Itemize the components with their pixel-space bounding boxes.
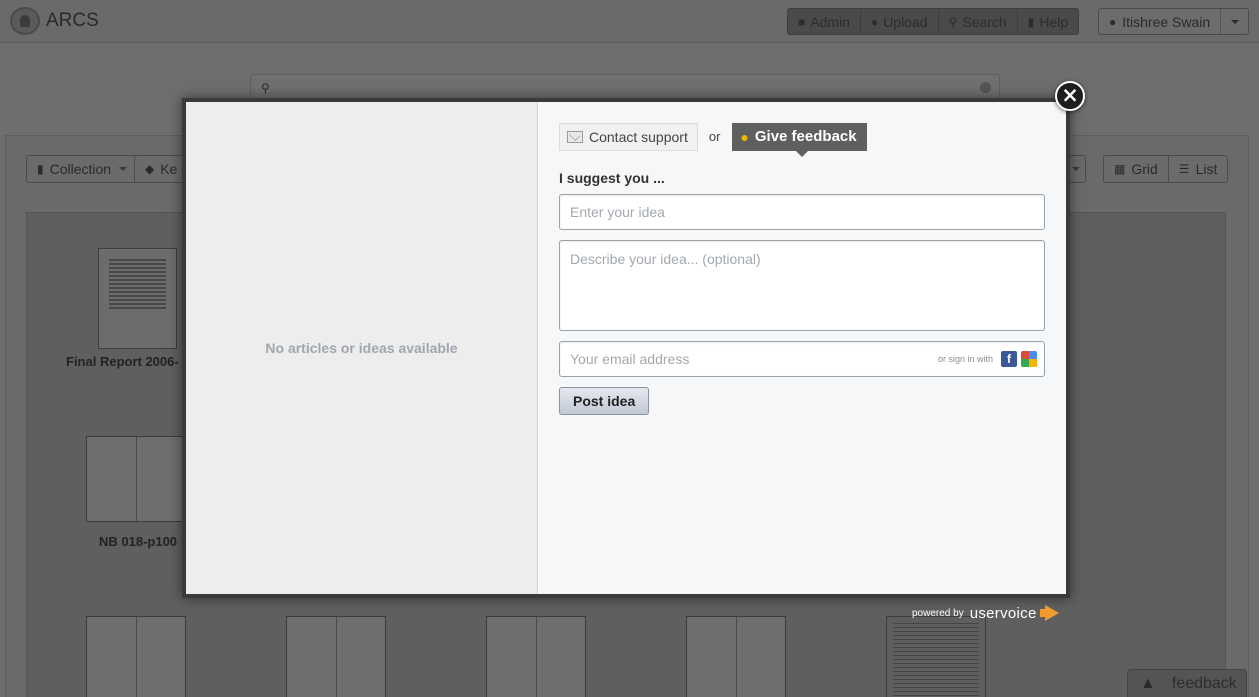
keyword-filter-button[interactable]: ◆ Ke <box>134 155 188 183</box>
suggest-label: I suggest you ... <box>559 170 665 186</box>
upload-label: Upload <box>883 13 928 30</box>
top-navbar: ARCS ■ Admin ● Upload ⚲ Search ▮ Help ● … <box>0 0 1259 43</box>
tab-separator: or <box>708 129 721 144</box>
search-button[interactable]: ⚲ Search <box>939 9 1018 34</box>
lock-icon: ■ <box>798 14 806 29</box>
keyword-label: Ke <box>160 161 178 177</box>
tab-feedback-label: Give feedback <box>754 128 857 145</box>
brand-name: ARCS <box>46 10 99 31</box>
list-view-button[interactable]: ☰ List <box>1169 156 1228 182</box>
brand[interactable]: ARCS <box>10 7 99 35</box>
email-field-wrapper: or sign in with f <box>559 341 1045 377</box>
clear-search-icon[interactable] <box>980 82 991 93</box>
megaphone-icon: ▲ <box>1140 674 1156 692</box>
powered-by-text: powered by <box>912 607 964 619</box>
book-icon: ▮ <box>1027 14 1035 29</box>
collection-label: Collection <box>49 161 112 177</box>
envelope-icon <box>567 130 583 143</box>
book-icon: ▮ <box>37 162 44 176</box>
user-name: Itishree Swain <box>1122 13 1211 30</box>
main-nav-group: ■ Admin ● Upload ⚲ Search ▮ Help <box>787 8 1080 35</box>
list-label: List <box>1195 161 1218 177</box>
chevron-down-icon <box>1071 167 1080 171</box>
view-toggle: ▦ Grid ☰ List <box>1103 155 1229 183</box>
upload-icon: ● <box>870 14 879 29</box>
megaphone-icon <box>1039 605 1060 621</box>
help-button[interactable]: ▮ Help <box>1018 9 1078 34</box>
thumbnail[interactable] <box>686 616 786 697</box>
tab-contact-label: Contact support <box>589 128 688 145</box>
user-button[interactable]: ● Itishree Swain <box>1099 9 1220 34</box>
search-label: Search <box>962 13 1007 30</box>
thumbnail-label[interactable]: NB 018-p100 <box>99 534 177 549</box>
grid-view-button[interactable]: ▦ Grid <box>1104 156 1169 182</box>
thumbnail[interactable] <box>98 248 177 349</box>
facebook-icon[interactable]: f <box>1001 351 1017 367</box>
feedback-tab[interactable]: ▲ feedback <box>1127 669 1247 697</box>
grid-icon: ▦ <box>1114 162 1126 176</box>
upload-button[interactable]: ● Upload <box>861 9 939 34</box>
powered-by-uservoice[interactable]: powered by uservoice <box>912 602 1060 624</box>
description-input[interactable] <box>559 240 1045 331</box>
thumbnail[interactable] <box>886 616 986 697</box>
admin-label: Admin <box>810 13 850 30</box>
help-label: Help <box>1039 13 1069 30</box>
empty-state-text: No articles or ideas available <box>265 340 458 356</box>
tag-icon: ◆ <box>145 162 155 176</box>
email-field[interactable] <box>560 342 930 376</box>
feedback-modal: No articles or ideas available Contact s… <box>182 98 1070 598</box>
thumbnail-label[interactable]: Final Report 2006- <box>66 354 179 369</box>
admin-button[interactable]: ■ Admin <box>788 9 861 34</box>
grid-label: Grid <box>1131 161 1158 177</box>
thumbnail[interactable] <box>286 616 386 697</box>
google-icon[interactable] <box>1021 351 1037 367</box>
feedback-form-panel: Contact support or ● Give feedback I sug… <box>539 102 1066 594</box>
chevron-down-icon <box>119 167 128 171</box>
tab-contact-support[interactable]: Contact support <box>559 122 698 151</box>
sign-in-hint: or sign in with <box>938 354 994 364</box>
search-icon: ⚲ <box>948 14 958 29</box>
thumbnail[interactable] <box>486 616 586 697</box>
user-menu: ● Itishree Swain <box>1098 8 1250 35</box>
uservoice-logo: uservoice <box>969 604 1037 622</box>
lightbulb-icon: ● <box>740 128 749 145</box>
thumbnail[interactable] <box>86 616 186 697</box>
idea-input[interactable] <box>559 194 1045 230</box>
arcs-logo-icon <box>10 7 40 35</box>
chevron-down-icon <box>1230 19 1239 24</box>
thumbnail[interactable] <box>86 436 186 522</box>
tab-give-feedback[interactable]: ● Give feedback <box>732 122 867 157</box>
user-dropdown-toggle[interactable] <box>1220 9 1248 34</box>
ideas-panel: No articles or ideas available <box>186 102 538 594</box>
search-icon: ⚲ <box>261 81 270 95</box>
feedback-tab-label: feedback <box>1171 674 1237 692</box>
post-idea-button[interactable]: Post idea <box>559 387 650 415</box>
collection-filter-button[interactable]: ▮ Collection <box>26 155 139 183</box>
close-icon[interactable]: × <box>1055 81 1085 111</box>
user-icon: ● <box>1109 14 1117 29</box>
list-icon: ☰ <box>1178 162 1190 176</box>
modal-tabs: Contact support or ● Give feedback <box>559 122 867 157</box>
